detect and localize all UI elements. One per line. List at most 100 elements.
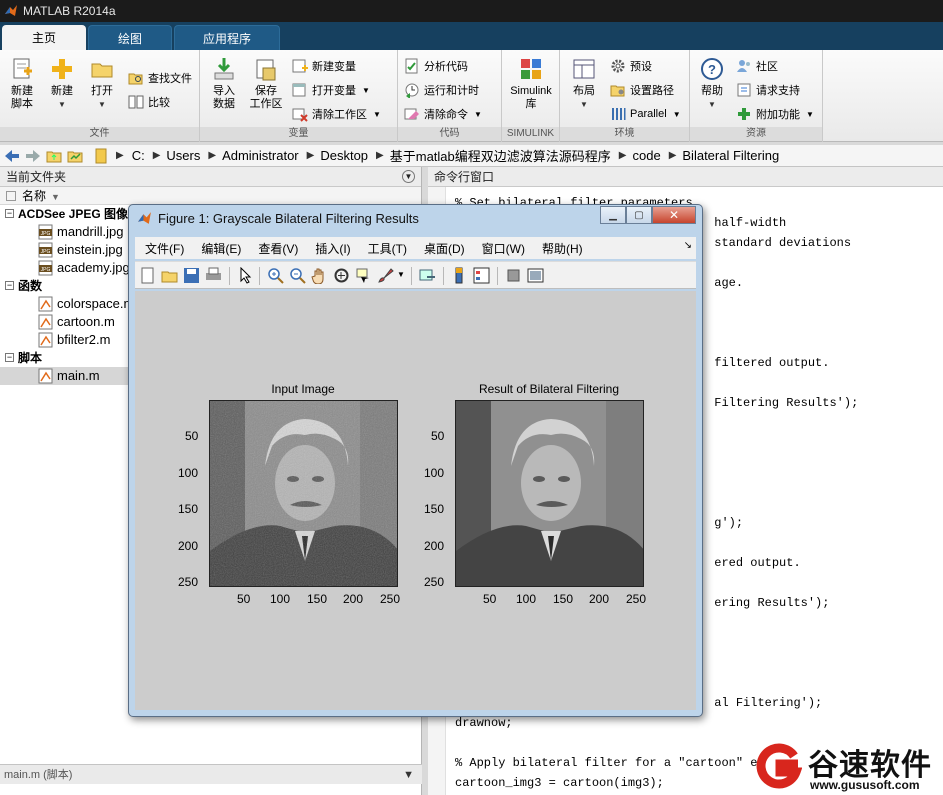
data-cursor-icon[interactable] — [355, 267, 372, 284]
watermark-url: www.gususoft.com — [810, 778, 920, 792]
select-all-checkbox[interactable] — [6, 191, 16, 201]
open-variable-button[interactable]: 打开变量 ▼ — [292, 80, 370, 100]
menu-file[interactable]: 文件(F) — [145, 240, 184, 257]
compare-button[interactable]: 比较 — [128, 92, 170, 112]
menu-window[interactable]: 窗口(W) — [482, 240, 525, 257]
open-file-icon[interactable] — [161, 267, 178, 284]
simulink-library-icon — [521, 59, 541, 79]
print-icon[interactable] — [205, 267, 222, 284]
dock-arrow-icon[interactable]: ↘ — [684, 240, 692, 251]
set-path-icon — [610, 85, 625, 97]
svg-text:?: ? — [708, 62, 716, 77]
axes-1-xtick: 150 — [307, 592, 328, 606]
zoom-in-icon[interactable] — [267, 267, 284, 284]
tab-home[interactable]: 主页 — [2, 25, 86, 50]
browse-folder-icon[interactable] — [66, 148, 84, 164]
show-plot-tools-icon[interactable] — [527, 267, 544, 284]
collapse-icon[interactable]: − — [5, 353, 14, 362]
address-bar: ▶ C: ▶ Users ▶ Administrator ▶ Desktop ▶ 基于ma… — [0, 145, 943, 167]
name-column-header[interactable]: 名称 ▼ — [0, 187, 421, 205]
axes-1-ytick: 200 — [178, 539, 199, 553]
figure-canvas[interactable]: Input Image 50 100 150 200 250 50 100 15… — [135, 291, 696, 710]
menu-view[interactable]: 查看(V) — [258, 240, 298, 257]
zoom-out-icon[interactable] — [289, 267, 306, 284]
community-button[interactable]: 社区 — [736, 56, 778, 76]
menu-desktop[interactable]: 桌面(D) — [424, 240, 465, 257]
clear-workspace-button[interactable]: 清除工作区 ▼ — [292, 104, 381, 124]
gear-icon — [611, 59, 625, 73]
pan-hand-icon[interactable] — [311, 267, 328, 284]
panel-actions-icon[interactable]: ▼ — [402, 170, 415, 183]
maximize-icon: ▢ — [634, 209, 644, 221]
hide-plot-tools-icon[interactable] — [505, 267, 522, 284]
breadcrumb-bilateral-filtering[interactable]: Bilateral Filtering — [682, 148, 779, 163]
breadcrumb-c[interactable]: ▶ C: ▶ — [116, 148, 160, 163]
colorbar-icon[interactable] — [451, 267, 468, 284]
new-figure-icon[interactable] — [139, 267, 156, 284]
run-and-time-button[interactable]: 运行和计时 — [404, 80, 479, 100]
forward-arrow-icon[interactable] — [24, 148, 42, 164]
axes-1-xtick: 200 — [343, 592, 364, 606]
simulink-library-button[interactable]: Simulink 库 — [502, 56, 560, 111]
breadcrumb-users[interactable]: Users ▶ — [166, 148, 216, 163]
breadcrumb-project[interactable]: 基于matlab编程双边滤波算法源码程序 ▶ — [390, 146, 627, 165]
save-workspace-button[interactable]: 保存 工作区 — [244, 56, 288, 111]
brush-dropdown-icon[interactable]: ▼ — [397, 270, 405, 279]
legend-icon[interactable] — [473, 267, 490, 284]
variable-group-label: 变量 — [200, 127, 397, 141]
request-support-icon — [737, 83, 751, 97]
clear-commands-button[interactable]: 清除命令 ▼ — [404, 104, 482, 124]
details-bar[interactable]: main.m (脚本) ▼ — [0, 764, 422, 784]
breadcrumb-administrator[interactable]: Administrator ▶ — [222, 148, 314, 163]
community-icon — [737, 60, 750, 72]
expand-details-icon[interactable]: ▼ — [403, 765, 414, 785]
figure-title-bar[interactable]: Figure 1: Grayscale Bilateral Filtering … — [137, 211, 419, 226]
minimize-button[interactable]: ▁ — [600, 206, 626, 224]
add-ons-icon — [738, 108, 750, 120]
request-support-button[interactable]: 请求支持 — [736, 80, 800, 100]
collapse-icon[interactable]: − — [5, 281, 14, 290]
add-ons-dropdown-icon: ▼ — [806, 109, 814, 119]
up-folder-icon[interactable] — [45, 148, 63, 164]
menu-help[interactable]: 帮助(H) — [542, 240, 583, 257]
close-button[interactable]: ✕ — [652, 206, 696, 224]
maximize-button[interactable]: ▢ — [626, 206, 652, 224]
pointer-icon[interactable] — [237, 267, 254, 284]
axes-1-xtick: 250 — [380, 592, 401, 606]
collapse-icon[interactable]: − — [5, 209, 14, 218]
tab-apps[interactable]: 应用程序 — [174, 25, 280, 50]
menu-tools[interactable]: 工具(T) — [368, 240, 407, 257]
set-path-button[interactable]: 设置路径 — [610, 80, 674, 100]
open-button[interactable]: 打开 ▼ — [80, 56, 124, 111]
breadcrumb-code[interactable]: code ▶ — [632, 148, 676, 163]
filtered-image-axes[interactable] — [455, 400, 644, 587]
close-icon: ✕ — [668, 208, 680, 222]
new-variable-button[interactable]: 新建变量 — [292, 56, 356, 76]
menu-insert[interactable]: 插入(I) — [315, 240, 350, 257]
help-button[interactable]: ? 帮助 ▼ — [690, 56, 734, 111]
parallel-dropdown-icon: ▼ — [672, 109, 681, 119]
layout-button[interactable]: 布局 ▼ — [562, 56, 606, 111]
function-file-icon — [38, 296, 53, 312]
figure-window[interactable]: Figure 1: Grayscale Bilateral Filtering … — [128, 204, 703, 717]
input-image-axes[interactable] — [209, 400, 398, 587]
new-script-button[interactable]: 新建 脚本 — [0, 56, 44, 111]
brush-icon[interactable] — [377, 267, 394, 284]
new-variable-label: 新建变量 — [312, 61, 356, 73]
menu-edit[interactable]: 编辑(E) — [201, 240, 241, 257]
find-files-button[interactable]: 查找文件 — [128, 68, 192, 88]
layout-label: 布局 — [573, 85, 595, 97]
tab-plots[interactable]: 绘图 — [88, 25, 172, 50]
rotate-3d-icon[interactable] — [333, 267, 350, 284]
link-plot-icon[interactable] — [419, 267, 436, 284]
back-arrow-icon[interactable] — [3, 148, 21, 164]
import-data-button[interactable]: 导入 数据 — [202, 56, 246, 111]
add-ons-button[interactable]: 附加功能 ▼ — [736, 104, 814, 124]
file-name: einstein.jpg — [57, 242, 123, 257]
analyze-code-button[interactable]: 分析代码 — [404, 56, 468, 76]
new-button[interactable]: 新建 ▼ — [40, 56, 84, 111]
preferences-button[interactable]: 预设 — [610, 56, 652, 76]
breadcrumb-desktop[interactable]: Desktop ▶ — [320, 148, 383, 163]
save-icon[interactable] — [183, 267, 200, 284]
parallel-button[interactable]: Parallel ▼ — [610, 104, 681, 124]
